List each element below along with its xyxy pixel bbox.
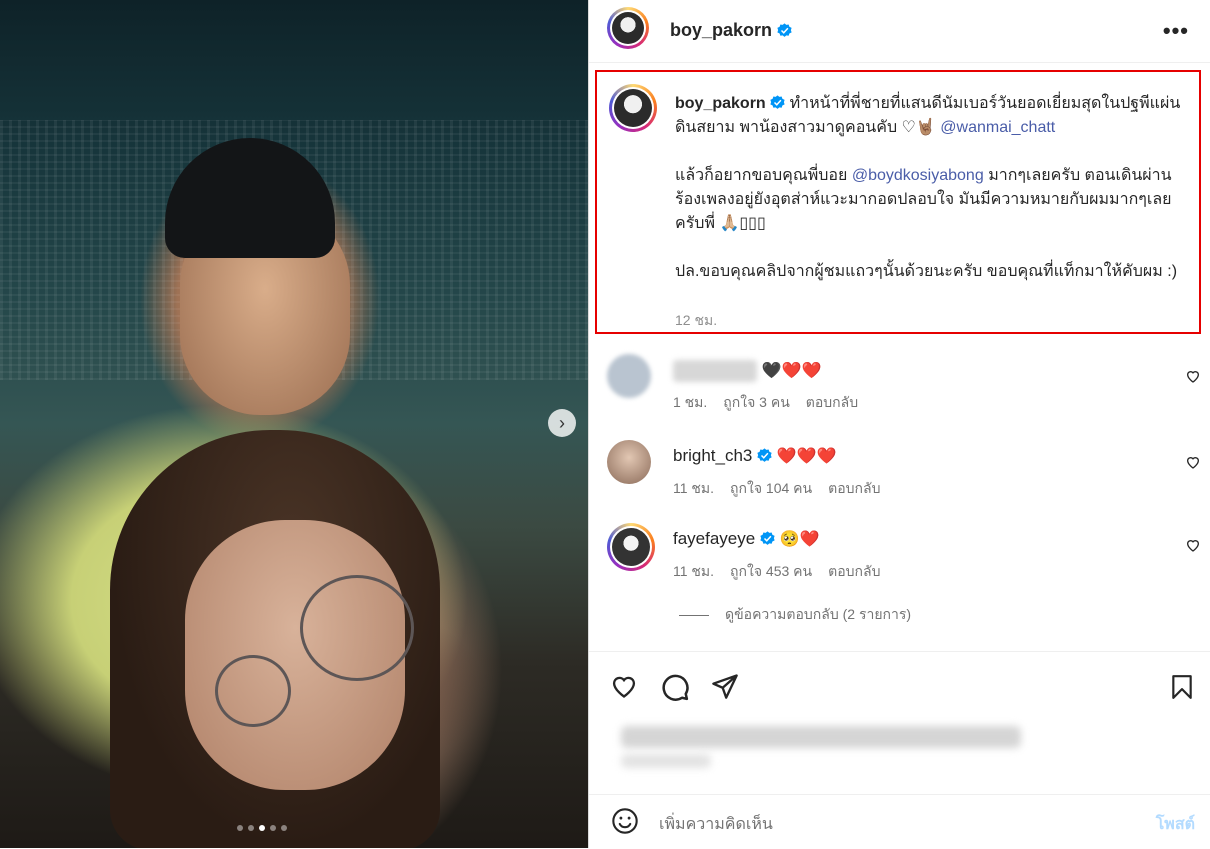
next-photo-button[interactable]: › (548, 409, 576, 437)
carousel-dot (237, 825, 243, 831)
like-comment-icon[interactable] (1185, 368, 1201, 384)
comment-text: 🖤❤️❤️ (761, 362, 822, 380)
caption-avatar[interactable] (609, 84, 657, 132)
save-icon[interactable] (1169, 672, 1195, 702)
comment-username[interactable]: bright_ch3 (673, 446, 752, 465)
add-comment-bar: เพิ่มความคิดเห็น โพสต์ (589, 794, 1210, 849)
verified-icon (757, 448, 772, 462)
comment-likes[interactable]: ถูกใจ 3 คน (723, 392, 790, 414)
post-comment-button[interactable]: โพสต์ (1156, 812, 1195, 837)
verified-icon (770, 95, 785, 109)
liked-by-blurred (601, 708, 1021, 784)
comment-likes[interactable]: ถูกใจ 104 คน (730, 478, 812, 500)
comment-item: fayefayeye 🥺❤️ 11 ชม. ถูกใจ 453 คน ตอบกล… (589, 523, 1210, 593)
comment-icon[interactable] (660, 672, 690, 702)
caption-text-3: ปล.ขอบคุณคลิปจากผู้ชมแถวๆนั้นด้วยนะครับ … (675, 263, 1178, 280)
post-side-panel: boy_pakorn ••• boy_pakorn ทำหน้าที่พี่ชา… (588, 0, 1210, 848)
commenter-avatar[interactable] (607, 354, 651, 398)
post-timestamp[interactable]: 12 ชม. (675, 310, 717, 332)
carousel-dot (270, 825, 276, 831)
comment-meta: 1 ชม. ถูกใจ 3 คน ตอบกลับ (673, 392, 858, 414)
author-avatar[interactable] (607, 7, 649, 49)
comment-input[interactable]: เพิ่มความคิดเห็น (659, 812, 773, 837)
comment-time[interactable]: 11 ชม. (673, 478, 714, 500)
comment-text: ❤️❤️❤️ (776, 448, 837, 465)
comment-meta: 11 ชม. ถูกใจ 453 คน ตอบกลับ (673, 561, 880, 583)
view-replies-label: ดูข้อความตอบกลับ (2 รายการ) (725, 606, 912, 622)
caption-username[interactable]: boy_pakorn (675, 95, 766, 112)
author-username[interactable]: boy_pakorn (670, 20, 792, 41)
view-replies-button[interactable]: ดูข้อความตอบกลับ (2 รายการ) (679, 604, 911, 626)
comment-body: fayefayeye 🥺❤️ (673, 529, 820, 549)
reply-button[interactable]: ตอบกลับ (806, 392, 858, 414)
comment-item: 🖤❤️❤️ 1 ชม. ถูกใจ 3 คน ตอบกลับ (589, 354, 1210, 424)
like-comment-icon[interactable] (1185, 537, 1201, 553)
comment-time[interactable]: 11 ชม. (673, 561, 714, 583)
action-bar (589, 651, 1210, 712)
comment-body: 🖤❤️❤️ (673, 360, 822, 382)
carousel-dot-active (259, 825, 265, 831)
glasses-right (300, 575, 414, 681)
commenter-avatar[interactable] (607, 440, 651, 484)
blurred-username (673, 360, 757, 382)
like-icon[interactable] (609, 672, 639, 700)
reply-button[interactable]: ตอบกลับ (828, 561, 880, 583)
comment-username[interactable]: fayefayeye (673, 529, 755, 548)
emoji-icon[interactable] (611, 807, 639, 835)
share-icon[interactable] (710, 672, 740, 700)
verified-icon (760, 531, 775, 545)
verified-icon (777, 23, 792, 37)
glasses-left (215, 655, 291, 727)
carousel-dot (248, 825, 254, 831)
like-comment-icon[interactable] (1185, 454, 1201, 470)
comment-text: 🥺❤️ (779, 531, 820, 548)
comment-time[interactable]: 1 ชม. (673, 392, 707, 414)
comment-meta: 11 ชม. ถูกใจ 104 คน ตอบกลับ (673, 478, 880, 500)
commenter-avatar[interactable] (607, 523, 655, 571)
mention-link[interactable]: @boydkosiyabong (852, 167, 984, 184)
post-caption: boy_pakorn ทำหน้าที่พี่ชายที่แสนดีนัมเบอ… (675, 92, 1195, 284)
mention-link[interactable]: @wanmai_chatt (940, 119, 1055, 136)
blurred-date-text (621, 754, 711, 768)
more-options-icon[interactable]: ••• (1163, 18, 1189, 44)
caption-highlight: boy_pakorn ทำหน้าที่พี่ชายที่แสนดีนัมเบอ… (595, 70, 1201, 334)
reply-button[interactable]: ตอบกลับ (828, 478, 880, 500)
comment-item: bright_ch3 ❤️❤️❤️ 11 ชม. ถูกใจ 104 คน ตอ… (589, 440, 1210, 510)
carousel-dots (237, 825, 287, 831)
post-header: boy_pakorn ••• (589, 0, 1210, 63)
comment-body: bright_ch3 ❤️❤️❤️ (673, 446, 837, 466)
post-photo: › (0, 0, 588, 848)
blurred-likes-text (621, 726, 1021, 748)
replies-line (679, 614, 709, 616)
caption-text-2a: แล้วก็อยากขอบคุณพี่บอย (675, 167, 848, 184)
comment-likes[interactable]: ถูกใจ 453 คน (730, 561, 812, 583)
carousel-dot (281, 825, 287, 831)
